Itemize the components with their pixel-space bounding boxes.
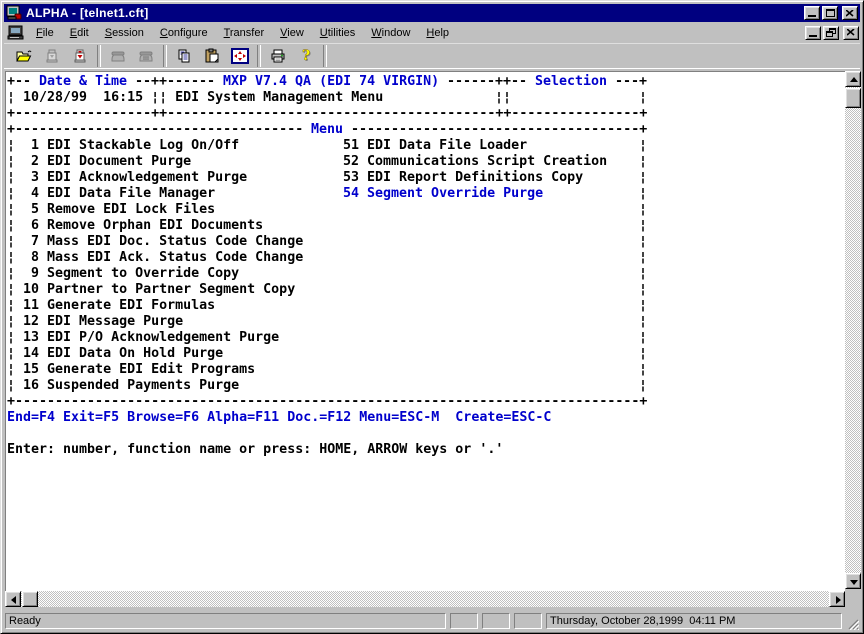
- close-button[interactable]: [842, 6, 858, 20]
- maximize-button[interactable]: [822, 6, 838, 20]
- mdi-minimize-button[interactable]: [805, 26, 821, 40]
- menu-item-session[interactable]: Session: [97, 25, 152, 41]
- mdi-minimize-icon: [809, 35, 817, 37]
- paste-button[interactable]: [198, 44, 226, 68]
- terminal-client: +-- Date & Time --++------ MXP V7.4 QA (…: [4, 70, 860, 609]
- mdi-restore-button[interactable]: [823, 26, 839, 40]
- menu-bar: FileEditSessionConfigureTransferViewUtil…: [4, 23, 860, 42]
- paste-icon: [204, 48, 220, 64]
- help-button[interactable]: ? ?: [292, 44, 320, 68]
- fullscreen-icon: [231, 48, 249, 64]
- minimize-button[interactable]: [804, 6, 820, 20]
- toolbar-separator: [323, 45, 327, 67]
- svg-text:?: ?: [302, 48, 310, 64]
- window-title: ALPHA - [telnet1.cft]: [26, 6, 804, 20]
- copy-button[interactable]: [170, 44, 198, 68]
- scroll-up-button[interactable]: [845, 71, 861, 87]
- receive-button[interactable]: [66, 44, 94, 68]
- arrow-right-icon: [836, 596, 841, 604]
- menu-item-view[interactable]: View: [272, 25, 312, 41]
- help-icon: ? ?: [298, 48, 314, 64]
- scroll-down-button[interactable]: [845, 573, 861, 589]
- menu-item-help[interactable]: Help: [418, 25, 457, 41]
- mdi-close-icon: [847, 29, 855, 36]
- send-button[interactable]: [38, 44, 66, 68]
- connect-phone-icon: [110, 48, 126, 64]
- horizontal-scrollbar[interactable]: [5, 591, 845, 607]
- menu-item-transfer[interactable]: Transfer: [216, 25, 273, 41]
- open-folder-icon: [16, 48, 32, 64]
- arrow-left-icon: [11, 596, 16, 604]
- status-bar: Ready Thursday, October 28,1999 04:11 PM: [4, 611, 860, 632]
- menu-item-window[interactable]: Window: [363, 25, 418, 41]
- status-ready: Ready: [5, 613, 446, 629]
- dial-button[interactable]: [132, 44, 160, 68]
- send-icon: [44, 48, 60, 64]
- maximize-icon: [826, 9, 835, 17]
- connect-button[interactable]: [104, 44, 132, 68]
- mdi-close-button[interactable]: [843, 26, 859, 40]
- vertical-scroll-thumb[interactable]: [845, 88, 861, 108]
- title-bar: ALPHA - [telnet1.cft]: [4, 4, 860, 22]
- status-panel: [514, 613, 542, 629]
- print-icon: [270, 48, 286, 64]
- dial-phone-icon: [138, 48, 154, 64]
- status-panel: [482, 613, 510, 629]
- menu-items: FileEditSessionConfigureTransferViewUtil…: [28, 23, 805, 42]
- menu-item-file[interactable]: File: [28, 25, 62, 41]
- app-icon[interactable]: [6, 5, 22, 21]
- terminal-screen[interactable]: +-- Date & Time --++------ MXP V7.4 QA (…: [5, 71, 845, 591]
- toolbar-separator: [163, 45, 167, 67]
- scroll-left-button[interactable]: [5, 591, 21, 607]
- toolbar: ? ?: [4, 43, 860, 69]
- terminal-document-icon[interactable]: [7, 25, 24, 40]
- toolbar-separator: [257, 45, 261, 67]
- copy-icon: [176, 48, 192, 64]
- open-button[interactable]: [10, 44, 38, 68]
- print-button[interactable]: [264, 44, 292, 68]
- status-datetime: Thursday, October 28,1999 04:11 PM: [546, 613, 842, 629]
- arrow-down-icon: [850, 580, 858, 585]
- toolbar-separator: [97, 45, 101, 67]
- resize-grip[interactable]: [846, 617, 859, 630]
- arrow-up-icon: [850, 77, 858, 82]
- receive-icon: [72, 48, 88, 64]
- close-icon: [846, 10, 854, 17]
- fullscreen-button[interactable]: [226, 44, 254, 68]
- menu-item-utilities[interactable]: Utilities: [312, 25, 363, 41]
- app-window: ALPHA - [telnet1.cft] FileEditSessionCon…: [0, 0, 864, 634]
- scroll-right-button[interactable]: [829, 591, 845, 607]
- menu-item-edit[interactable]: Edit: [62, 25, 97, 41]
- vertical-scrollbar[interactable]: [845, 71, 861, 589]
- horizontal-scroll-thumb[interactable]: [22, 591, 38, 607]
- menu-item-configure[interactable]: Configure: [152, 25, 216, 41]
- minimize-icon: [808, 15, 816, 17]
- status-panel: [450, 613, 478, 629]
- mdi-restore-icon: [826, 28, 836, 37]
